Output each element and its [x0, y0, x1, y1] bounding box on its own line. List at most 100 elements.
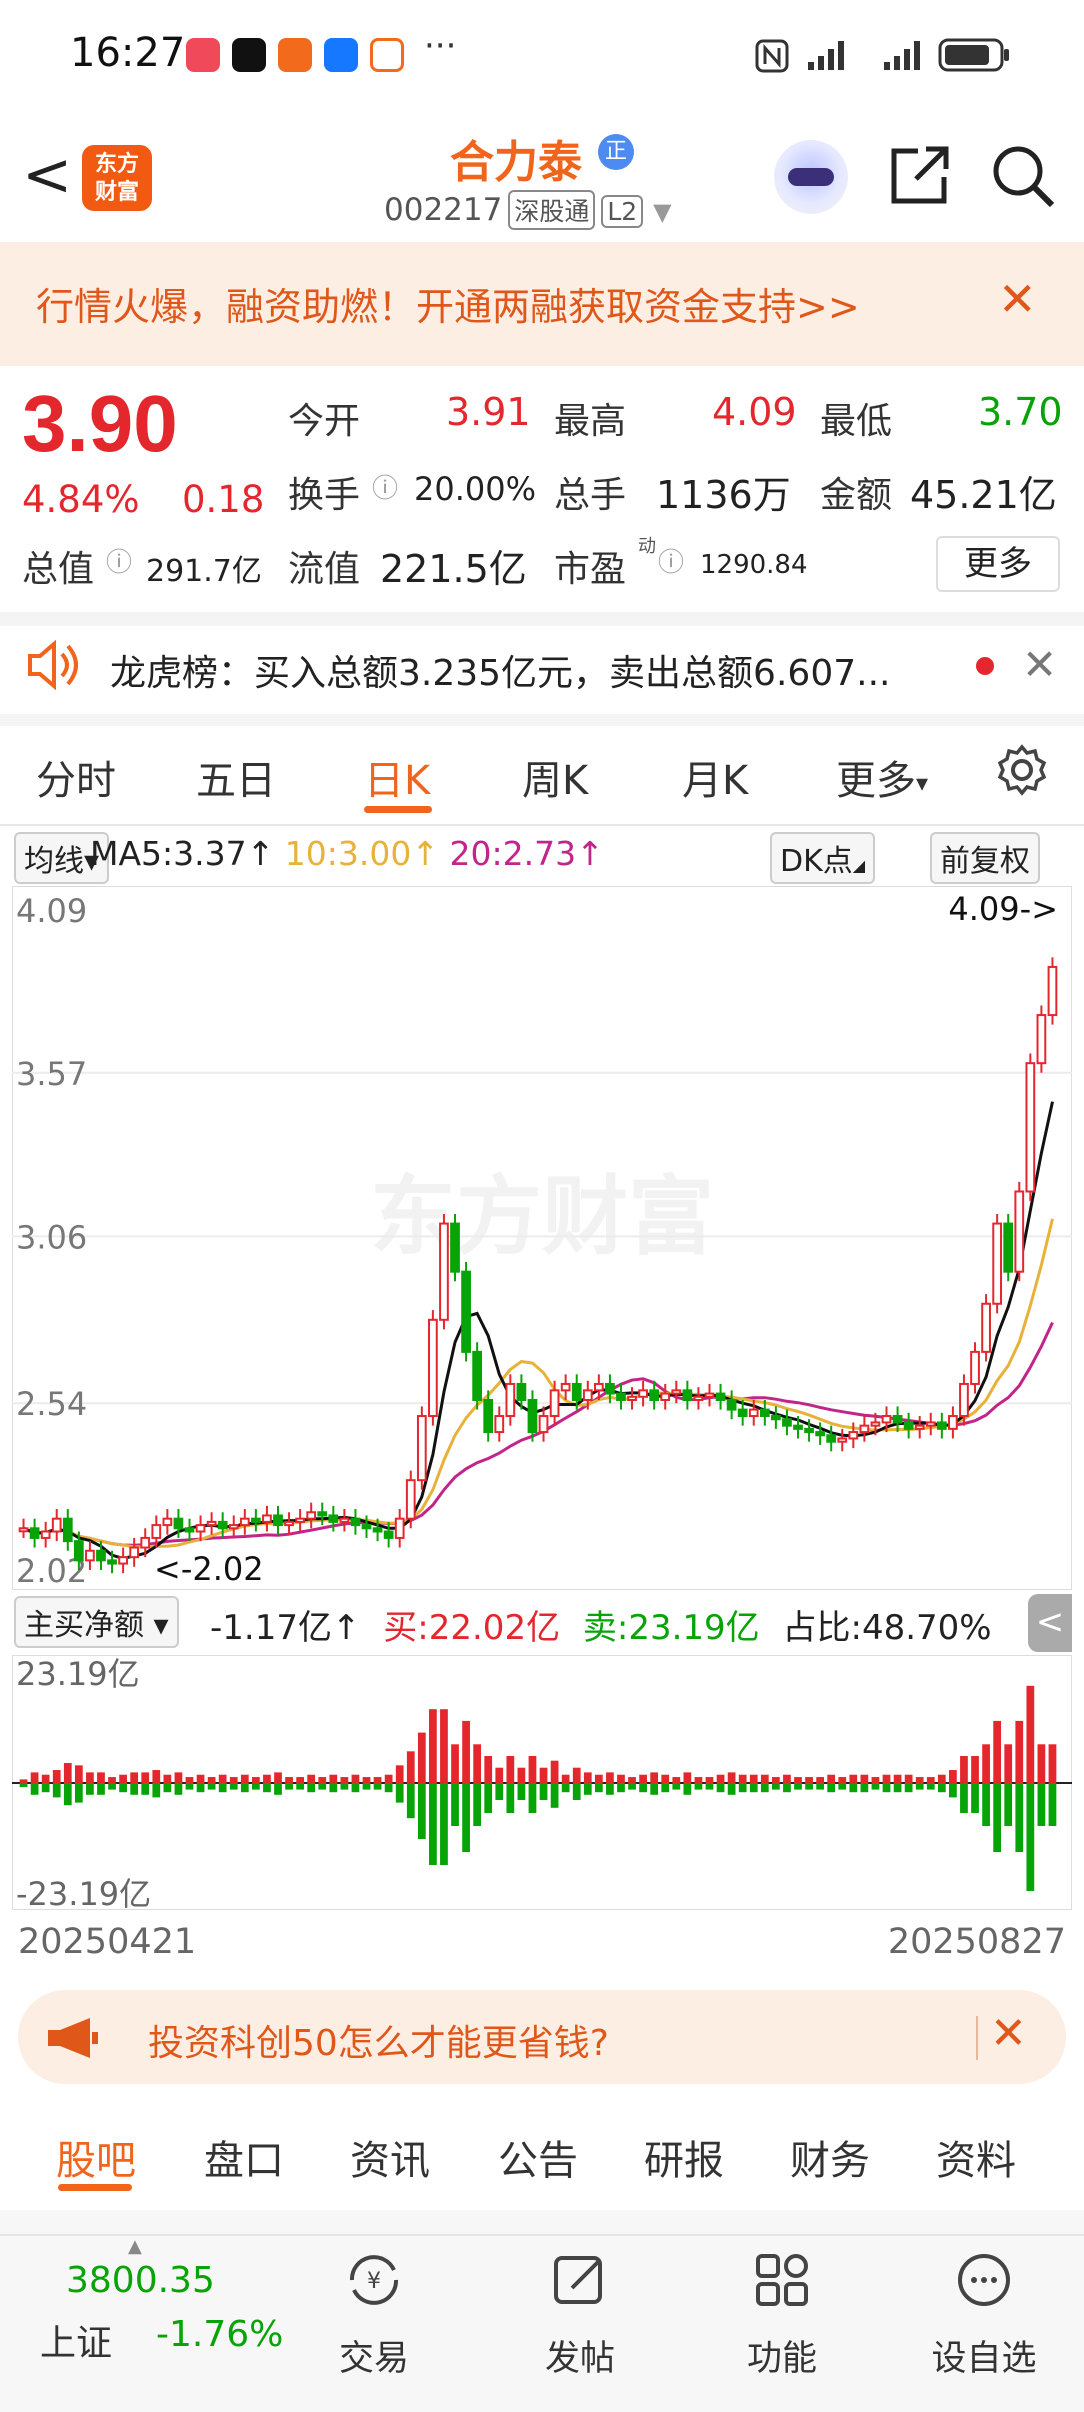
- nav-trade[interactable]: 交易: [304, 2330, 444, 2381]
- buy-bar: [794, 1777, 802, 1783]
- apps-icon[interactable]: [752, 2250, 812, 2310]
- candle-down: [361, 1524, 372, 1530]
- connect-tag: 深股通: [508, 190, 596, 230]
- candle-down: [616, 1392, 626, 1401]
- buy-bar: [86, 1772, 94, 1783]
- fund-flow-chart[interactable]: 23.19亿 -23.19亿: [12, 1655, 1072, 1910]
- dragon-tiger-notice[interactable]: 龙虎榜：买入总额3.235亿元，卖出总额6.607...: [110, 644, 890, 696]
- sell-bar: [893, 1783, 902, 1793]
- fund-metric-selector[interactable]: 主买净额 ▾: [14, 1596, 179, 1648]
- sell-bar: [694, 1783, 703, 1790]
- candle-up: [970, 1350, 980, 1385]
- candle-up: [1025, 1062, 1036, 1193]
- close-icon[interactable]: ✕: [1022, 640, 1057, 689]
- nav-post[interactable]: 发帖: [510, 2330, 650, 2381]
- sell-bar: [561, 1783, 570, 1793]
- compose-icon[interactable]: [550, 2250, 610, 2310]
- tab-weekly-k[interactable]: 周K: [522, 748, 588, 806]
- buy-bar: [97, 1772, 105, 1783]
- trade-icon[interactable]: ¥: [344, 2250, 404, 2310]
- index-change[interactable]: -1.76%: [156, 2314, 283, 2355]
- tab-research[interactable]: 研报: [644, 2128, 724, 2186]
- tab-financials[interactable]: 财务: [790, 2128, 870, 2186]
- more-circle-icon[interactable]: [954, 2250, 1014, 2310]
- buy-bar: [229, 1777, 238, 1783]
- tab-five-day[interactable]: 五日: [196, 748, 276, 806]
- float-value: 221.5亿: [380, 547, 527, 591]
- index-name[interactable]: 上证: [40, 2314, 112, 2366]
- close-icon[interactable]: ✕: [998, 272, 1037, 326]
- candle-up: [239, 1517, 250, 1527]
- share-icon[interactable]: [888, 143, 952, 207]
- tab-orderbook[interactable]: 盘口: [204, 2128, 284, 2186]
- sell-bar: [229, 1783, 238, 1790]
- sell-bar: [860, 1783, 869, 1793]
- candle-up: [748, 1408, 759, 1418]
- ad-text[interactable]: 投资科创50怎么才能更省钱?: [148, 2014, 609, 2066]
- tab-monthly-k[interactable]: 月K: [682, 748, 748, 806]
- status-bar: 16:27 ···: [0, 0, 1084, 110]
- tab-more[interactable]: 更多▾: [836, 748, 928, 806]
- banner-text[interactable]: 行情火爆，融资助燃！开通两融获取资金支持>>: [36, 276, 860, 331]
- tab-intraday[interactable]: 分时: [36, 748, 116, 806]
- buy-bar: [893, 1774, 902, 1783]
- candle-down: [450, 1222, 460, 1273]
- nav-add-watchlist[interactable]: 设自选: [914, 2330, 1054, 2381]
- sell-bar: [572, 1783, 581, 1800]
- low-value: 3.70: [978, 390, 1063, 434]
- buy-bar: [606, 1772, 614, 1783]
- low-label: 最低: [820, 401, 893, 442]
- sell-bar: [86, 1783, 94, 1795]
- speaker-icon: [28, 640, 78, 690]
- fund-bottom-label: -23.19亿: [16, 1875, 151, 1910]
- candle-up: [118, 1556, 128, 1565]
- info-icon[interactable]: ⓘ: [658, 542, 684, 579]
- candle-up: [129, 1546, 140, 1559]
- sell-bar: [74, 1783, 83, 1803]
- svg-text:¥: ¥: [367, 2269, 381, 2294]
- y-tick-label: 2.54: [16, 1385, 87, 1423]
- tab-daily-k[interactable]: 日K: [364, 748, 430, 806]
- sell-bar: [185, 1783, 194, 1790]
- candle-up: [593, 1382, 604, 1392]
- sell-bar: [30, 1783, 39, 1795]
- adjust-selector[interactable]: 前复权: [930, 832, 1040, 884]
- buy-bar: [362, 1777, 371, 1783]
- buy-bar: [63, 1763, 72, 1783]
- stock-code-line[interactable]: 002217 深股通 L2 ▼: [384, 190, 672, 230]
- expand-arrow-icon[interactable]: ▲: [128, 2236, 142, 2257]
- sell-bar: [417, 1783, 426, 1839]
- gear-icon[interactable]: [996, 744, 1048, 796]
- sell-bar: [1037, 1783, 1046, 1826]
- index-value[interactable]: 3800.35: [66, 2260, 215, 2301]
- tab-profile[interactable]: 资料: [936, 2128, 1016, 2186]
- date-end: 20250827: [887, 1922, 1066, 1962]
- candlestick-chart[interactable]: 东方财富 4.093.573.062.542.02 4.09-> <-2.02: [12, 886, 1072, 1590]
- megaphone-icon: [48, 2018, 98, 2058]
- tab-news[interactable]: 资讯: [350, 2128, 430, 2186]
- candle-up: [1014, 1190, 1025, 1273]
- candle-up: [494, 1415, 505, 1434]
- collapse-button[interactable]: <: [1028, 1594, 1072, 1652]
- candle-up: [405, 1479, 416, 1520]
- info-icon[interactable]: ⓘ: [106, 542, 132, 579]
- buy-bar: [462, 1720, 470, 1783]
- nav-functions[interactable]: 功能: [712, 2330, 852, 2381]
- sell-bar: [163, 1783, 172, 1793]
- close-icon[interactable]: ✕: [990, 2008, 1027, 2059]
- assistant-robot-icon[interactable]: [774, 140, 848, 214]
- candle-down: [173, 1517, 184, 1530]
- buy-bar: [451, 1744, 459, 1783]
- buy-bar: [716, 1774, 725, 1783]
- tab-announcements[interactable]: 公告: [498, 2128, 578, 2186]
- info-icon[interactable]: ⓘ: [372, 468, 398, 505]
- buy-bar: [19, 1779, 28, 1783]
- candle-down: [372, 1527, 383, 1533]
- candle-up: [40, 1530, 51, 1539]
- dk-point-toggle[interactable]: DK点◢: [770, 832, 876, 884]
- tab-forum[interactable]: 股吧: [56, 2128, 136, 2186]
- buy-bar: [174, 1772, 183, 1783]
- more-quote-button[interactable]: 更多: [936, 536, 1060, 592]
- search-icon[interactable]: [990, 143, 1056, 209]
- change-pct: 4.84%: [22, 478, 140, 521]
